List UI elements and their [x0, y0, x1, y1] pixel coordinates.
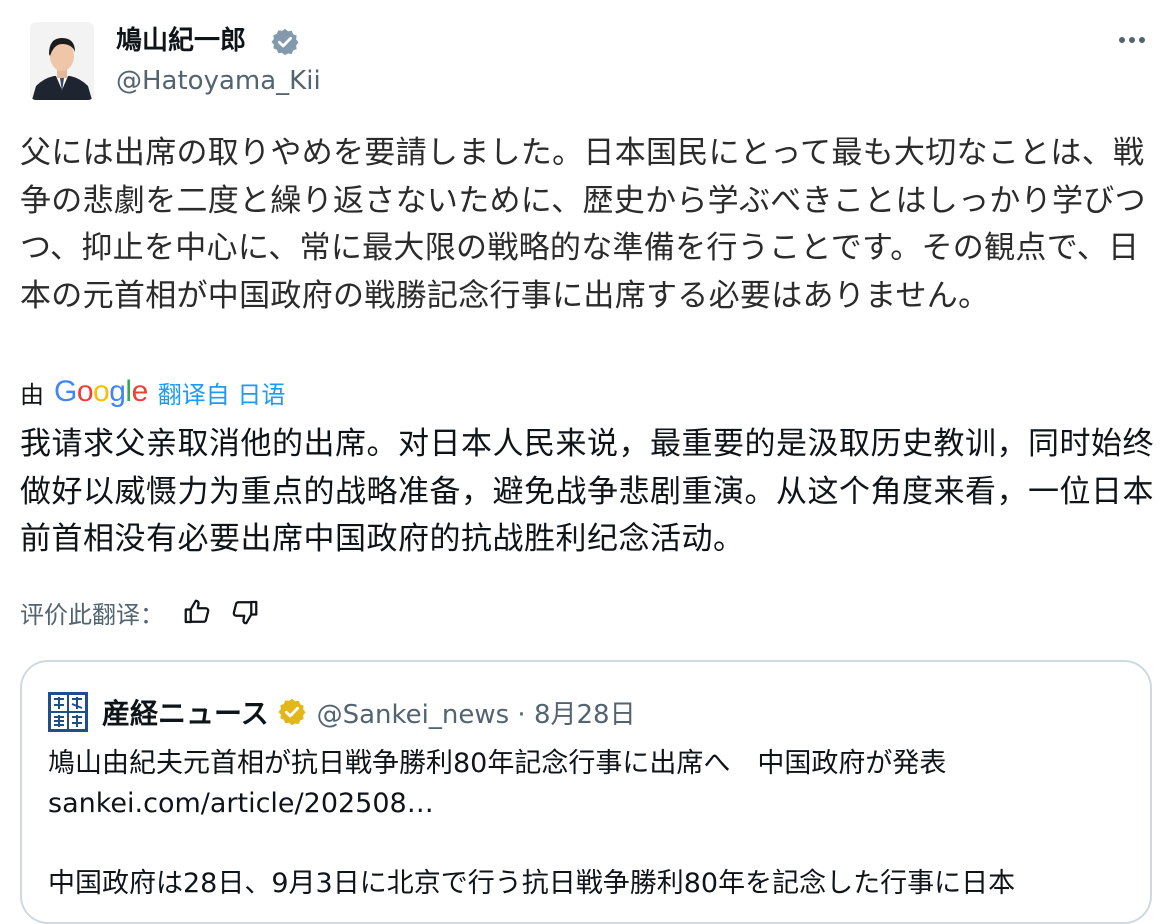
rate-translation: 评价此翻译：	[20, 594, 260, 630]
thumbs-up-icon[interactable]	[182, 597, 212, 627]
quoted-post-header: 産経ニュース @Sankei_news · 8月28日	[48, 692, 636, 732]
gold-verified-badge-icon	[277, 697, 307, 727]
translated-from-link[interactable]: 翻译自 日语	[158, 375, 286, 410]
translation-prefix: 由	[20, 380, 44, 409]
translation-credit: 由 Google 翻译自 日语	[20, 374, 285, 410]
avatar[interactable]	[30, 22, 94, 100]
author-handle[interactable]: @Hatoyama_Kii	[116, 64, 321, 98]
more-dots-icon[interactable]	[1110, 20, 1154, 60]
quoted-post[interactable]: 産経ニュース @Sankei_news · 8月28日 鳩山由紀夫元首相が抗日戦…	[20, 660, 1152, 924]
tweet-text: 父には出席の取りやめを要請しました。日本国民にとって最も大切なことは、戦争の悲劇…	[20, 135, 1146, 314]
google-logo[interactable]: Google	[54, 375, 148, 409]
translated-text: 我请求父亲取消他的出席。对日本人民来说，最重要的是汲取历史教训，同时始终做好以威…	[20, 426, 1154, 557]
thumbs-down-icon[interactable]	[230, 597, 260, 627]
rate-translation-label: 评价此翻译：	[20, 600, 164, 629]
verified-badge-icon	[270, 27, 300, 57]
author-name[interactable]: 鳩山紀一郎	[116, 24, 246, 58]
quoted-author-meta[interactable]: @Sankei_news · 8月28日	[317, 694, 636, 731]
quoted-headline: 鳩山由紀夫元首相が抗日戦争勝利80年記念行事に出席へ 中国政府が発表	[48, 748, 947, 779]
quoted-body: 中国政府は28日、9月3日に北京で行う抗日戦争勝利80年を記念した行事に日本	[48, 868, 1016, 899]
sankei-logo-icon	[48, 692, 88, 732]
quoted-post-text: 鳩山由紀夫元首相が抗日戦争勝利80年記念行事に出席へ 中国政府が発表 sanke…	[48, 744, 1128, 904]
quoted-author-name[interactable]: 産経ニュース	[102, 692, 269, 732]
quoted-link[interactable]: sankei.com/article/202508…	[48, 784, 1128, 824]
